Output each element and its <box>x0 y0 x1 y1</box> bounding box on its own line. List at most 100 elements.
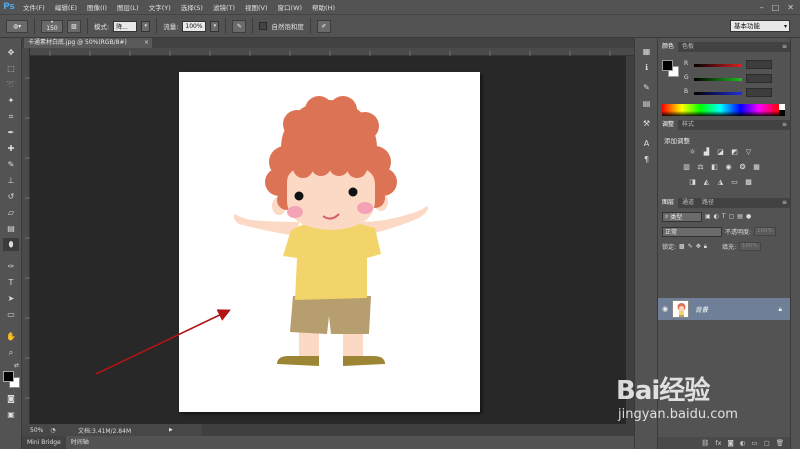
status-info-icon[interactable]: ◔ <box>48 427 58 434</box>
minimize-button[interactable]: – <box>760 3 764 12</box>
airbrush-toggle[interactable]: ✎ <box>232 19 247 33</box>
exposure-icon[interactable]: ◩ <box>730 148 739 157</box>
lock-transparent-icon[interactable]: ▩ <box>679 243 685 250</box>
layer-filter-select[interactable]: ⌕ 类型 <box>662 211 702 222</box>
menu-window[interactable]: 窗口(W) <box>273 2 308 12</box>
visibility-eye-icon[interactable]: ◉ <box>658 305 672 313</box>
zoom-tool-icon[interactable]: ⌕ <box>3 346 19 359</box>
green-value-input[interactable] <box>746 74 772 83</box>
brush-size-picker[interactable]: • 150 <box>41 19 63 33</box>
eraser-tool-icon[interactable]: ▱ <box>3 206 19 219</box>
character-panel-icon[interactable]: A <box>639 138 654 150</box>
panel-foreground-swatch[interactable] <box>662 60 673 71</box>
lock-all-icon[interactable]: 🔒︎ <box>704 243 707 251</box>
blend-mode-select[interactable]: 正常 <box>662 226 722 237</box>
filter-pixel-icon[interactable]: ▣ <box>705 213 711 220</box>
panel-menu-icon[interactable]: ≡ <box>782 42 787 52</box>
blue-value-input[interactable] <box>746 88 772 97</box>
color-lookup-icon[interactable]: ▦ <box>752 163 761 172</box>
brush-panel-icon[interactable]: ▤ <box>639 98 654 110</box>
mode-dropdown[interactable]: ▾ <box>141 20 151 32</box>
layer-name[interactable]: 背景 <box>695 304 708 314</box>
canvas-horizontal-scrollbar[interactable] <box>202 424 634 436</box>
tab-layers[interactable]: 图层 <box>658 198 679 208</box>
properties-panel-icon[interactable]: ℹ <box>639 62 654 74</box>
tab-color[interactable]: 颜色 <box>658 42 679 52</box>
photo-filter-icon[interactable]: ◉ <box>724 163 733 172</box>
gradient-tool-icon[interactable]: ▤ <box>3 222 19 235</box>
maximize-button[interactable]: □ <box>772 3 780 12</box>
tool-presets-icon[interactable]: ⚒ <box>639 118 654 130</box>
brush-panel-toggle[interactable]: ▨ <box>67 19 81 33</box>
eyedropper-tool-icon[interactable]: ✒ <box>3 126 19 139</box>
channel-mixer-icon[interactable]: ❂ <box>738 163 747 172</box>
tab-adjustments[interactable]: 调整 <box>658 120 679 130</box>
filter-toggle-icon[interactable]: ● <box>746 213 751 220</box>
path-select-tool-icon[interactable]: ➤ <box>3 292 19 305</box>
shape-tool-icon[interactable]: ▭ <box>3 308 19 321</box>
brush-tool-icon[interactable]: ✎ <box>3 158 19 171</box>
screen-mode-icon[interactable]: ▣ <box>3 408 19 421</box>
filter-shape-icon[interactable]: ▢ <box>729 213 735 220</box>
tab-paths[interactable]: 路径 <box>698 198 718 208</box>
flow-dropdown[interactable]: ▾ <box>210 20 220 32</box>
healing-brush-tool-icon[interactable]: ✚ <box>3 142 19 155</box>
layer-style-icon[interactable]: fx <box>715 439 721 447</box>
brightness-icon[interactable]: ☼ <box>688 148 697 157</box>
tab-styles[interactable]: 样式 <box>678 120 698 130</box>
red-value-input[interactable] <box>746 60 772 69</box>
hue-saturation-icon[interactable]: ▥ <box>682 163 691 172</box>
lock-pixels-icon[interactable]: ✎ <box>688 243 693 250</box>
brush-presets-icon[interactable]: ✎ <box>639 82 654 94</box>
adjustment-layer-icon[interactable]: ◐ <box>740 439 746 447</box>
panel-menu-icon[interactable]: ≡ <box>782 120 787 130</box>
zoom-level[interactable]: 50% <box>22 427 48 434</box>
pen-tool-icon[interactable]: ✑ <box>3 260 19 273</box>
panel-menu-icon[interactable]: ≡ <box>782 198 787 208</box>
menu-layer[interactable]: 图层(L) <box>112 2 144 12</box>
green-slider[interactable] <box>694 78 742 81</box>
flow-input[interactable]: 100% <box>182 20 207 32</box>
filter-smart-icon[interactable]: ▤ <box>737 213 743 220</box>
tab-mini-bridge[interactable]: Mini Bridge <box>22 436 66 449</box>
menu-filter[interactable]: 滤镜(T) <box>208 2 240 12</box>
menu-type[interactable]: 文字(Y) <box>144 2 176 12</box>
color-balance-icon[interactable]: ⚖ <box>696 163 705 172</box>
document-tab[interactable]: 卡通素材白底.jpg @ 50%(RGB/8#) × <box>24 38 152 48</box>
color-spectrum[interactable] <box>662 104 779 116</box>
gradient-map-icon[interactable]: ▭ <box>730 178 739 187</box>
layer-row[interactable]: ◉ 背景 🔒︎ <box>658 298 790 320</box>
black-white-icon[interactable]: ◧ <box>710 163 719 172</box>
red-slider[interactable] <box>694 64 742 67</box>
crop-tool-icon[interactable]: ⌗ <box>3 110 19 123</box>
quick-select-tool-icon[interactable]: ✦ <box>3 94 19 107</box>
paragraph-panel-icon[interactable]: ¶ <box>639 154 654 166</box>
tab-timeline[interactable]: 时间轴 <box>66 436 94 449</box>
close-icon[interactable]: × <box>144 38 149 48</box>
status-menu-arrow-icon[interactable]: ▶ <box>169 427 173 433</box>
opacity-input[interactable]: 100% <box>754 227 777 236</box>
vibrance-icon[interactable]: ▽ <box>744 148 753 157</box>
clone-stamp-tool-icon[interactable]: ⊥ <box>3 174 19 187</box>
marquee-tool-icon[interactable]: ⬚ <box>3 62 19 75</box>
tab-swatches[interactable]: 色板 <box>678 42 698 52</box>
menu-edit[interactable]: 编辑(E) <box>50 2 82 12</box>
lock-position-icon[interactable]: ✥ <box>696 243 701 250</box>
menu-file[interactable]: 文件(F) <box>18 2 50 12</box>
selective-color-icon[interactable]: ▩ <box>744 178 753 187</box>
menu-select[interactable]: 选择(S) <box>176 2 208 12</box>
type-tool-icon[interactable]: T <box>3 276 19 289</box>
threshold-icon[interactable]: ◮ <box>716 178 725 187</box>
menu-help[interactable]: 帮助(H) <box>307 2 340 12</box>
sponge-tool-icon[interactable]: ⬮ <box>3 238 19 251</box>
close-button[interactable]: ✕ <box>787 3 794 12</box>
vibrance-checkbox[interactable] <box>259 22 268 30</box>
history-brush-tool-icon[interactable]: ↺ <box>3 190 19 203</box>
workspace-select[interactable]: 基本功能 <box>730 20 790 32</box>
menu-image[interactable]: 图像(I) <box>82 2 112 12</box>
hand-tool-icon[interactable]: ✋ <box>3 330 19 343</box>
curves-icon[interactable]: ◪ <box>716 148 725 157</box>
quick-mask-icon[interactable]: ◙ <box>3 392 19 405</box>
canvas-vertical-scrollbar[interactable] <box>626 56 634 424</box>
black-white-picker[interactable] <box>779 104 785 116</box>
